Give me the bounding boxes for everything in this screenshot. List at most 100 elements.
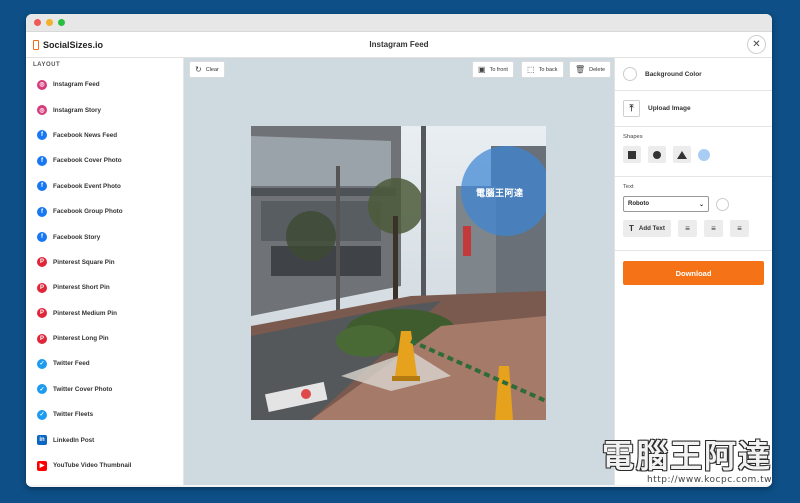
send-back-icon: ⬚ bbox=[527, 65, 535, 74]
sidebar-item-facebook-news-feed[interactable]: f Facebook News Feed bbox=[26, 123, 183, 148]
sidebar-item-instagram-story[interactable]: ◎ Instagram Story bbox=[26, 97, 183, 122]
sidebar-item-label: Twitter Fleets bbox=[53, 411, 94, 419]
upload-icon: ⤒ bbox=[623, 100, 640, 117]
sidebar-item-label: Facebook Cover Photo bbox=[53, 157, 122, 165]
sidebar-item-youtube-video-thumbnail[interactable]: ▶ YouTube Video Thumbnail bbox=[26, 453, 183, 478]
pinterest-icon: P bbox=[37, 257, 47, 268]
align-center-icon: ≡ bbox=[711, 224, 716, 233]
font-select-value: Roboto bbox=[628, 201, 649, 207]
brand-logo-icon bbox=[33, 39, 39, 50]
sidebar-item-pinterest-medium-pin[interactable]: P Pinterest Medium Pin bbox=[26, 301, 183, 326]
sidebar-item-facebook-story[interactable]: f Facebook Story bbox=[26, 224, 183, 249]
bring-front-icon: ▣ bbox=[478, 65, 486, 74]
sidebar-item-twitter-fleets[interactable]: ✓ Twitter Fleets bbox=[26, 402, 183, 427]
to-back-label: To back bbox=[538, 66, 558, 73]
square-icon bbox=[628, 150, 636, 159]
instagram-icon: ◎ bbox=[37, 79, 47, 90]
align-center-button[interactable]: ≡ bbox=[703, 220, 723, 237]
sidebar-item-pinterest-short-pin[interactable]: P Pinterest Short Pin bbox=[26, 275, 183, 300]
twitter-icon: ✓ bbox=[37, 358, 47, 369]
add-text-button[interactable]: T Add Text bbox=[623, 220, 671, 237]
sidebar-item-label: Pinterest Square Pin bbox=[53, 258, 115, 266]
sidebar-item-label: YouTube Video Thumbnail bbox=[53, 462, 132, 470]
app-window: SocialSizes.io Instagram Feed ✕ LAYOUT ◎… bbox=[26, 14, 772, 487]
sidebar-item-label: Facebook News Feed bbox=[53, 131, 118, 139]
circle-shape-button[interactable] bbox=[648, 146, 666, 163]
sidebar-item-pinterest-square-pin[interactable]: P Pinterest Square Pin bbox=[26, 250, 183, 275]
add-text-label: Add Text bbox=[638, 225, 665, 232]
layout-sidebar: LAYOUT ◎ Instagram Feed ◎ Instagram Story f F… bbox=[26, 58, 184, 485]
sidebar-item-label: LinkedIn Post bbox=[53, 436, 95, 444]
to-back-button[interactable]: ⬚ To back bbox=[521, 61, 564, 78]
align-left-icon: ≡ bbox=[685, 224, 690, 233]
sidebar-item-label: Pinterest Medium Pin bbox=[53, 309, 118, 317]
instagram-icon: ◎ bbox=[37, 105, 47, 116]
canvas-text-layer[interactable]: 電腦王阿達 bbox=[476, 186, 524, 199]
sidebar-item-label: Facebook Story bbox=[53, 233, 101, 241]
facebook-icon: f bbox=[37, 181, 47, 192]
background-color-label: Background Color bbox=[645, 70, 702, 78]
sidebar-item-label: Facebook Event Photo bbox=[53, 182, 121, 190]
delete-button[interactable]: 🗑 Delete bbox=[569, 61, 612, 78]
delete-label: Delete bbox=[589, 66, 606, 73]
facebook-icon: f bbox=[37, 130, 47, 141]
facebook-icon: f bbox=[37, 155, 47, 166]
clear-label: Clear bbox=[205, 66, 219, 73]
sidebar-item-twitter-feed[interactable]: ✓ Twitter Feed bbox=[26, 351, 183, 376]
to-front-button[interactable]: ▣ To front bbox=[472, 61, 514, 78]
sidebar-item-facebook-group-photo[interactable]: f Facebook Group Photo bbox=[26, 199, 183, 224]
sidebar-list: ◎ Instagram Feed ◎ Instagram Story f Facebook… bbox=[26, 72, 183, 478]
app-header: SocialSizes.io Instagram Feed ✕ bbox=[26, 32, 772, 58]
clear-button[interactable]: ↻ Clear bbox=[189, 61, 225, 78]
window-minimize-dot[interactable] bbox=[46, 19, 53, 26]
sidebar-item-facebook-event-photo[interactable]: f Facebook Event Photo bbox=[26, 174, 183, 199]
download-button[interactable]: Download bbox=[623, 261, 764, 285]
window-close-dot[interactable] bbox=[34, 19, 41, 26]
shape-color-swatch[interactable] bbox=[698, 148, 710, 161]
brand-name: SocialSizes.io bbox=[43, 39, 104, 50]
upload-image-control[interactable]: ⤒ Upload Image bbox=[623, 100, 764, 117]
sidebar-heading: LAYOUT bbox=[33, 62, 61, 68]
circle-icon bbox=[653, 150, 661, 159]
sidebar-item-label: Twitter Feed bbox=[53, 360, 90, 368]
triangle-icon bbox=[677, 150, 687, 159]
sidebar-item-pinterest-long-pin[interactable]: P Pinterest Long Pin bbox=[26, 326, 183, 351]
sidebar-item-facebook-cover-photo[interactable]: f Facebook Cover Photo bbox=[26, 148, 183, 173]
text-color-swatch[interactable] bbox=[716, 197, 729, 211]
sidebar-item-twitter-cover-photo[interactable]: ✓ Twitter Cover Photo bbox=[26, 377, 183, 402]
sidebar-item-instagram-feed[interactable]: ◎ Instagram Feed bbox=[26, 72, 183, 97]
sidebar-item-label: Twitter Cover Photo bbox=[53, 385, 113, 393]
youtube-icon: ▶ bbox=[37, 460, 47, 471]
sidebar-item-label: Facebook Group Photo bbox=[53, 208, 123, 216]
close-button[interactable]: ✕ bbox=[747, 35, 766, 54]
brand[interactable]: SocialSizes.io bbox=[26, 39, 104, 50]
watermark-title: 電腦王阿達 bbox=[601, 437, 772, 475]
square-shape-button[interactable] bbox=[623, 146, 641, 163]
align-left-button[interactable]: ≡ bbox=[677, 220, 697, 237]
window-maximize-dot[interactable] bbox=[58, 19, 65, 26]
pinterest-icon: P bbox=[37, 333, 47, 344]
triangle-shape-button[interactable] bbox=[673, 146, 691, 163]
text-label: Text bbox=[623, 184, 634, 190]
properties-panel: Background Color ⤒ Upload Image Shapes T… bbox=[614, 58, 772, 485]
page-title: Instagram Feed bbox=[369, 40, 429, 49]
background-color-swatch[interactable] bbox=[623, 67, 637, 81]
refresh-icon: ↻ bbox=[195, 65, 202, 74]
facebook-icon: f bbox=[37, 206, 47, 217]
twitter-icon: ✓ bbox=[37, 384, 47, 395]
sidebar-item-label: Instagram Feed bbox=[53, 81, 100, 89]
shapes-label: Shapes bbox=[623, 134, 643, 140]
font-select[interactable]: Roboto ⌄ bbox=[623, 196, 709, 212]
sidebar-item-linkedin-post[interactable]: in LinkedIn Post bbox=[26, 427, 183, 452]
pinterest-icon: P bbox=[37, 282, 47, 293]
canvas-area: ↻ Clear ▣ To front ⬚ To back 🗑 Delete 電腦… bbox=[184, 58, 614, 485]
canvas-photo[interactable]: 電腦王阿達 bbox=[251, 126, 546, 420]
pinterest-icon: P bbox=[37, 308, 47, 319]
street-scene-image bbox=[251, 126, 546, 420]
linkedin-icon: in bbox=[37, 435, 47, 446]
close-icon: ✕ bbox=[752, 39, 761, 50]
upload-image-label: Upload Image bbox=[648, 105, 691, 112]
align-right-button[interactable]: ≡ bbox=[729, 220, 749, 237]
window-titlebar bbox=[26, 14, 772, 32]
background-color-control[interactable]: Background Color bbox=[623, 67, 764, 81]
